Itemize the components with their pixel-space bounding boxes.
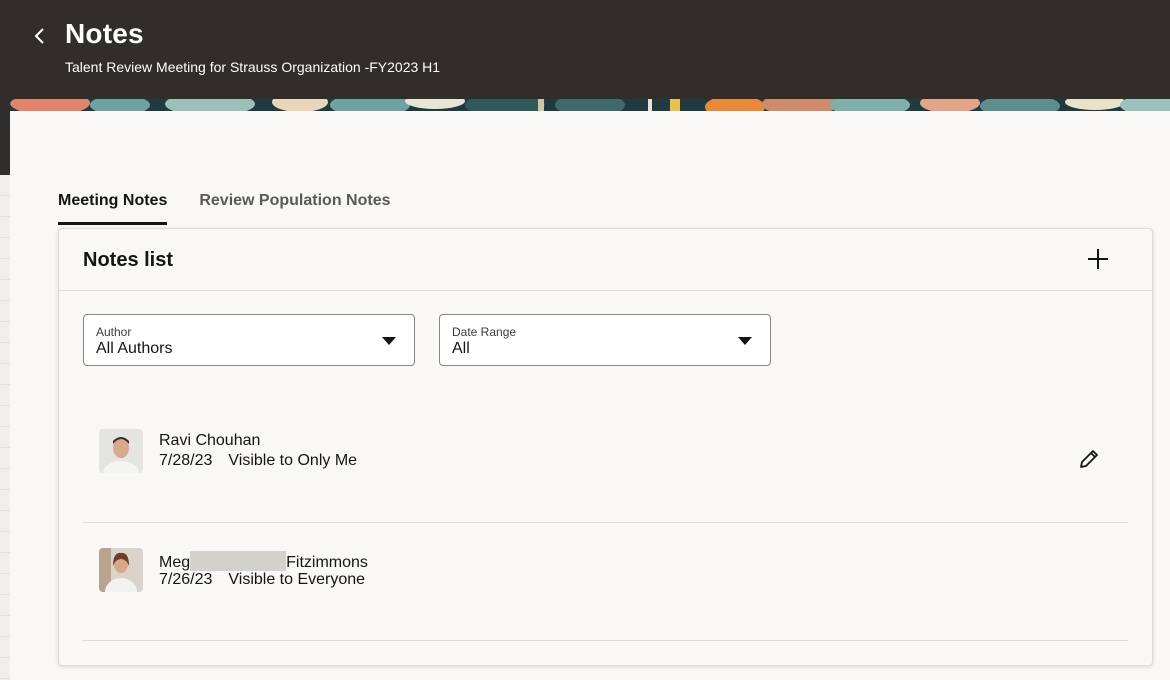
date-range-select-value: All bbox=[452, 340, 470, 357]
page-subtitle: Talent Review Meeting for Strauss Organi… bbox=[65, 59, 441, 75]
author-select-value: All Authors bbox=[96, 340, 173, 357]
avatar bbox=[99, 548, 143, 592]
note-meta: 7/28/23 Visible to Only Me bbox=[159, 452, 357, 470]
edit-note-button[interactable] bbox=[1077, 447, 1101, 471]
note-meta: 7/26/23 Visible to Everyone bbox=[159, 571, 365, 589]
back-button[interactable] bbox=[26, 22, 54, 50]
avatar bbox=[99, 429, 143, 473]
caret-down-icon bbox=[738, 337, 752, 345]
note-item[interactable]: Meg Fitzimmons 7/26/23 Visible to Everyone bbox=[83, 523, 1128, 641]
author-select[interactable]: Author All Authors bbox=[83, 314, 415, 366]
page-title: Notes bbox=[65, 18, 144, 49]
note-author: Ravi Chouhan bbox=[159, 432, 261, 449]
note-date: 7/28/23 bbox=[159, 452, 213, 469]
note-date: 7/26/23 bbox=[159, 571, 213, 588]
author-select-label: Author bbox=[96, 325, 132, 339]
notes-list-card: Notes list Author All Authors Date Range… bbox=[58, 228, 1153, 666]
main-content: Meeting Notes Review Population Notes No… bbox=[10, 111, 1170, 680]
date-range-select[interactable]: Date Range All bbox=[439, 314, 771, 366]
pencil-icon bbox=[1080, 450, 1098, 468]
tab-meeting-notes[interactable]: Meeting Notes bbox=[58, 192, 168, 225]
notes-tabs: Meeting Notes Review Population Notes bbox=[58, 192, 390, 225]
tab-review-population-notes[interactable]: Review Population Notes bbox=[199, 192, 390, 225]
plus-icon bbox=[1088, 249, 1108, 269]
card-header: Notes list bbox=[59, 229, 1152, 291]
note-author-first: Meg bbox=[159, 554, 191, 571]
caret-down-icon bbox=[382, 337, 396, 345]
left-edge-strip bbox=[0, 175, 10, 680]
redacted-name bbox=[190, 551, 287, 571]
date-range-select-label: Date Range bbox=[452, 325, 517, 339]
note-author: Meg Fitzimmons bbox=[159, 551, 368, 572]
note-visibility: Visible to Everyone bbox=[228, 571, 366, 588]
add-note-button[interactable] bbox=[1083, 244, 1113, 274]
note-visibility: Visible to Only Me bbox=[228, 452, 358, 469]
note-author-last: Fitzimmons bbox=[286, 554, 368, 571]
chevron-left-icon bbox=[34, 28, 44, 44]
card-title: Notes list bbox=[83, 249, 174, 271]
note-item[interactable]: Ravi Chouhan 7/28/23 Visible to Only Me bbox=[83, 405, 1128, 523]
